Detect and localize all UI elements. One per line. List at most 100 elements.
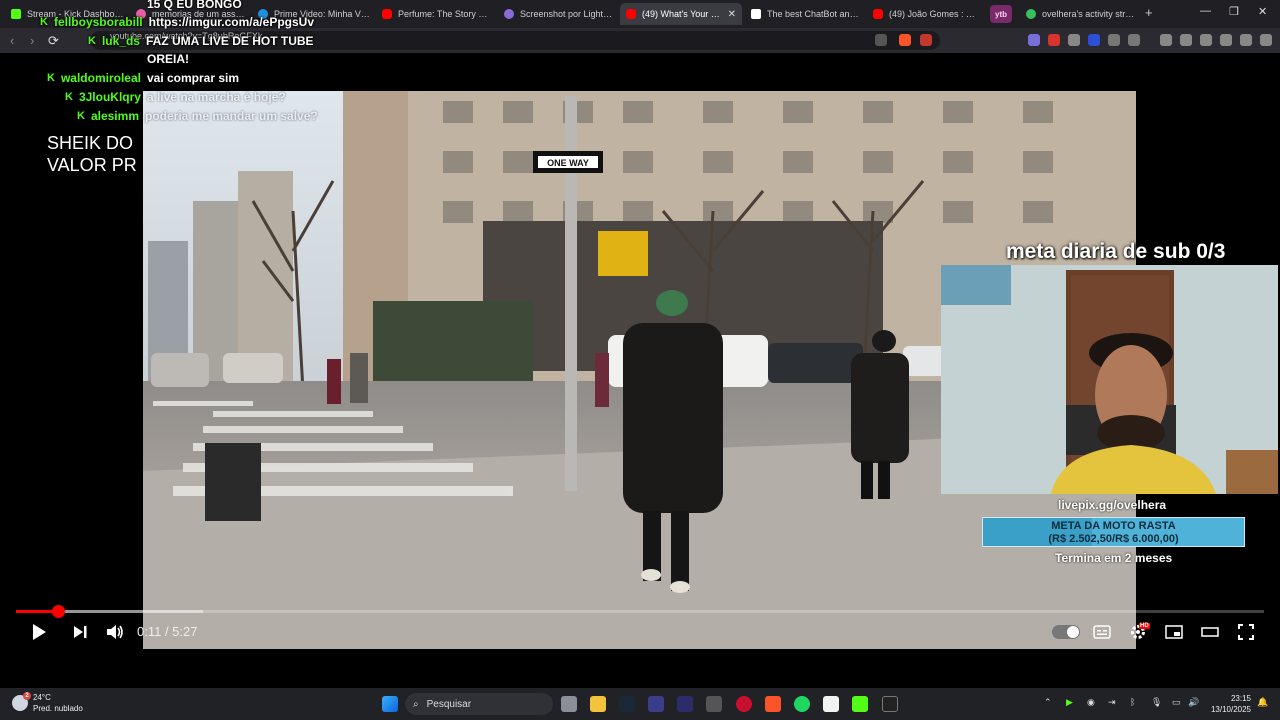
chat-username[interactable]: waldomiroleal xyxy=(61,71,141,85)
weather-forecast: Pred. nublado xyxy=(33,704,83,713)
opera-icon[interactable] xyxy=(736,696,752,712)
subtitles-button[interactable] xyxy=(1090,621,1114,643)
captions-icon xyxy=(1093,625,1111,639)
new-tab-button[interactable]: + xyxy=(1145,5,1153,20)
overlay-alert-text: SHEIK DO xyxy=(47,133,134,153)
app-icon[interactable] xyxy=(677,696,693,712)
tray-app-icon[interactable]: ◉ xyxy=(1087,697,1095,708)
extension-icon[interactable] xyxy=(1048,34,1060,46)
vpn-icon[interactable] xyxy=(1240,34,1252,46)
notepad-icon[interactable] xyxy=(823,696,839,712)
back-icon[interactable]: ‹ xyxy=(10,33,14,48)
goal-title: META DA MOTO RASTA xyxy=(1051,520,1176,532)
file-explorer-icon[interactable] xyxy=(590,696,606,712)
clock-time: 23:15 xyxy=(1230,694,1251,703)
lightshot-favicon-icon xyxy=(504,9,514,19)
chat-message-text: OREIA! xyxy=(147,52,189,66)
pinned-tab-ytb[interactable]: ytb xyxy=(990,5,1012,23)
windows-start-icon[interactable] xyxy=(382,696,398,712)
wallet-icon[interactable] xyxy=(1200,34,1212,46)
bluetooth-icon[interactable]: ᛒ xyxy=(1130,697,1135,707)
kick-badge-icon: K xyxy=(88,35,96,47)
close-tab-icon[interactable]: ✕ xyxy=(728,9,736,20)
media-icon[interactable] xyxy=(1160,34,1172,46)
brave-browser-icon[interactable] xyxy=(765,696,781,712)
skip-next-icon xyxy=(74,626,87,638)
fullscreen-icon xyxy=(1238,624,1254,640)
fullscreen-button[interactable] xyxy=(1234,621,1258,643)
weather-widget[interactable]: 2 24°C Pred. nublado xyxy=(12,692,83,714)
chat-message-text: a live na marcha é hoje? xyxy=(146,90,286,104)
tray-kick-icon[interactable]: ▶ xyxy=(1066,697,1073,708)
puzzle-icon[interactable] xyxy=(1108,34,1120,46)
chat-message-text: poderia me mandar um salve? xyxy=(144,109,318,123)
rewards-icon[interactable] xyxy=(920,34,932,46)
kick-favicon-icon xyxy=(11,9,21,19)
taskbar-clock[interactable]: 23:15 13/10/2025 xyxy=(1205,693,1251,715)
tray-app-icon[interactable]: ⇥ xyxy=(1108,697,1116,708)
taskbar-search[interactable]: ⌕ Pesquisar xyxy=(405,693,553,715)
obs-icon[interactable] xyxy=(882,696,898,712)
task-view-icon[interactable] xyxy=(561,696,577,712)
app-icon[interactable] xyxy=(648,696,664,712)
steam-icon[interactable] xyxy=(619,696,635,712)
app-icon[interactable] xyxy=(706,696,722,712)
network-icon[interactable]: ▭ xyxy=(1172,697,1181,708)
close-window-icon[interactable]: ✕ xyxy=(1258,5,1267,18)
webcam-image xyxy=(941,265,1278,494)
forward-icon[interactable]: › xyxy=(30,33,34,48)
play-button[interactable] xyxy=(28,621,50,643)
youtube-favicon-icon xyxy=(626,9,636,19)
clock-date: 13/10/2025 xyxy=(1210,705,1251,714)
search-icon: ⌕ xyxy=(413,698,419,710)
tab-favicon-icon xyxy=(1026,9,1036,19)
chat-message: K 3JlouKlqry a live na marcha é hoje? xyxy=(65,90,286,104)
extension-icon[interactable] xyxy=(1068,34,1080,46)
tab-active-youtube[interactable]: (49) What's Your Fav ✕ xyxy=(620,3,742,25)
chat-username[interactable]: alesimm xyxy=(91,109,139,123)
youtube-favicon-icon xyxy=(382,9,392,19)
speaker-icon[interactable]: 🔊 xyxy=(1188,697,1199,708)
theater-icon xyxy=(1201,627,1219,637)
video-time: 0:11 / 5:27 xyxy=(137,624,198,639)
brave-shield-icon[interactable] xyxy=(899,34,911,46)
notifications-icon[interactable]: 🔔 xyxy=(1257,697,1268,708)
video-progress-bar[interactable] xyxy=(16,605,1264,618)
next-video-button[interactable] xyxy=(69,621,91,643)
chat-username[interactable]: luk_ds xyxy=(102,34,140,48)
screenshot-icon[interactable] xyxy=(1128,34,1140,46)
tab-ovelhera-activity[interactable]: ovelhera's activity stream xyxy=(1020,3,1142,25)
spotify-icon[interactable] xyxy=(794,696,810,712)
chat-username[interactable]: 3JlouKlqry xyxy=(79,90,141,104)
chat-message: K fellboysborabill https://imgur.com/a/e… xyxy=(40,15,314,29)
microphone-icon[interactable]: 🎙 xyxy=(1151,697,1162,708)
sidebar-icon[interactable] xyxy=(1180,34,1192,46)
kick-badge-icon: K xyxy=(47,72,55,84)
miniplayer-button[interactable] xyxy=(1162,621,1186,643)
restore-icon[interactable]: ❐ xyxy=(1229,5,1239,18)
weather-icon: 2 xyxy=(12,692,31,711)
scrubber-handle[interactable] xyxy=(52,605,66,618)
chat-username[interactable]: fellboysborabill xyxy=(54,15,143,29)
reload-icon[interactable]: ⟳ xyxy=(48,33,59,49)
extension-icon[interactable] xyxy=(1088,34,1100,46)
kick-badge-icon: K xyxy=(77,110,85,122)
leo-ai-icon[interactable] xyxy=(1220,34,1232,46)
mute-button[interactable] xyxy=(104,621,126,643)
autoplay-toggle[interactable] xyxy=(1052,625,1080,639)
hd-badge: HD xyxy=(1139,623,1150,629)
tray-overflow-icon[interactable]: ⌃ xyxy=(1044,697,1052,708)
kick-badge-icon: K xyxy=(65,91,73,103)
tab-perfume[interactable]: Perfume: The Story of a M xyxy=(376,3,498,25)
menu-icon[interactable] xyxy=(1260,34,1272,46)
youtube-favicon-icon xyxy=(873,9,883,19)
minimize-icon[interactable]: — xyxy=(1200,5,1211,17)
tab-joao-gomes[interactable]: (49) João Gomes : Tiny D xyxy=(867,3,985,25)
sub-goal-title: meta diaria de sub 0/3 xyxy=(1006,240,1226,263)
tab-chatbot[interactable]: The best ChatBot and Wi xyxy=(745,3,867,25)
theater-mode-button[interactable] xyxy=(1198,621,1222,643)
tab-lightshot[interactable]: Screenshot por Lightshot xyxy=(498,3,620,25)
cast-icon[interactable] xyxy=(875,34,887,46)
kick-app-icon[interactable] xyxy=(852,696,868,712)
extension-icon[interactable] xyxy=(1028,34,1040,46)
